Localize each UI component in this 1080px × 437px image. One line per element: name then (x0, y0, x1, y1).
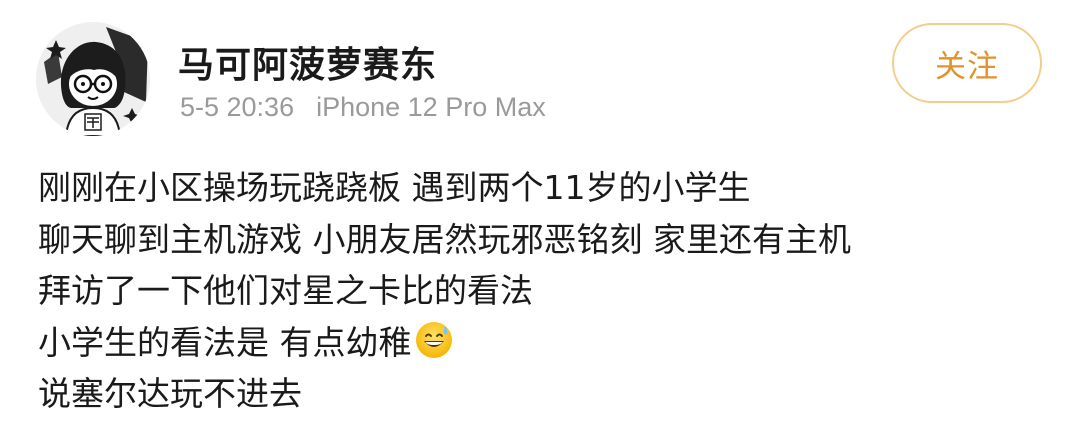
follow-button[interactable]: 关注 (892, 23, 1042, 103)
post-meta: 5-5 20:36 iPhone 12 Pro Max (180, 92, 546, 123)
post-timestamp: 5-5 20:36 (180, 92, 295, 122)
author-name[interactable]: 马可阿菠萝赛东 (178, 36, 437, 88)
post-line-5: 说塞尔达玩不进去 (38, 374, 302, 413)
post-line-1: 刚刚在小区操场玩跷跷板 遇到两个11岁的小学生 (38, 168, 751, 207)
avatar-girl-with-glasses-icon (36, 22, 150, 136)
post-line-2: 聊天聊到主机游戏 小朋友居然玩邪恶铭刻 家里还有主机 (38, 219, 851, 259)
author-avatar[interactable] (36, 22, 150, 136)
post-device: iPhone 12 Pro Max (316, 92, 546, 122)
grinning-face-with-sweat-icon (414, 320, 454, 360)
post-line-3: 拜访了一下他们对星之卡比的看法 (38, 271, 533, 310)
post-line-4-text: 小学生的看法是 有点幼稚 (38, 322, 412, 362)
weibo-post: 马可阿菠萝赛东 5-5 20:36 iPhone 12 Pro Max 关注 刚刚… (0, 0, 1080, 437)
post-line-4: 小学生的看法是 有点幼稚 (38, 317, 1048, 369)
post-content: 刚刚在小区操场玩跷跷板 遇到两个11岁的小学生 聊天聊到主机游戏 小朋友居然玩邪… (38, 162, 1048, 420)
